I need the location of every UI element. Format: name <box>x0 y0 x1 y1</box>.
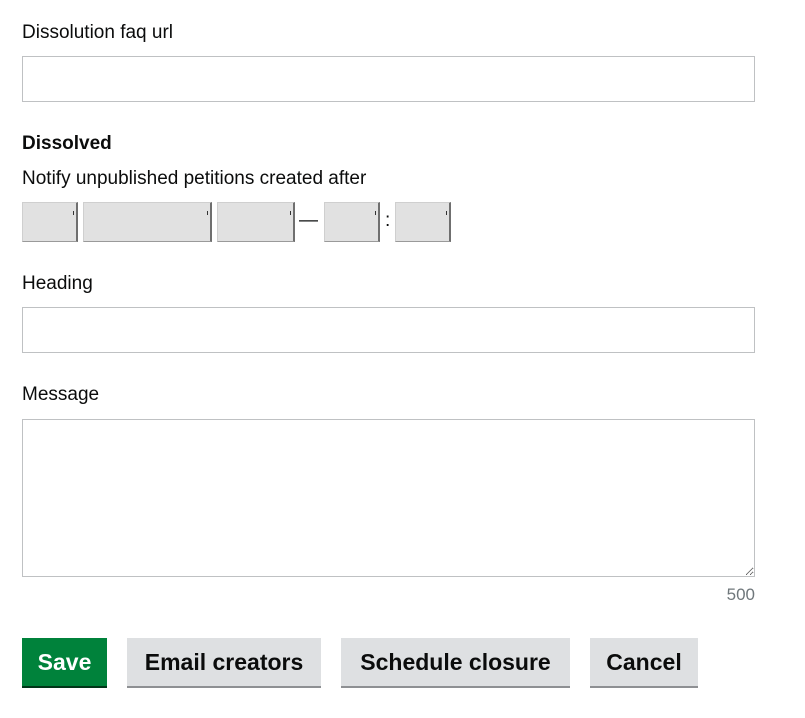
message-textarea[interactable] <box>22 419 755 577</box>
hour-select-arrow-icon <box>375 211 376 215</box>
faq-url-input[interactable] <box>22 56 755 102</box>
faq-url-label: Dissolution faq url <box>22 22 174 43</box>
minute-select[interactable] <box>395 202 451 242</box>
minute-select-arrow-icon <box>446 211 447 215</box>
dissolved-heading: Dissolved <box>22 133 112 154</box>
heading-label: Heading <box>22 273 93 294</box>
heading-input[interactable] <box>22 307 755 353</box>
time-separator: : <box>385 210 391 231</box>
message-label: Message <box>22 384 100 405</box>
date-time-separator: — <box>299 210 318 231</box>
month-select[interactable] <box>83 202 212 242</box>
hour-select[interactable] <box>324 202 380 242</box>
notify-petitions-label: Notify unpublished petitions created aft… <box>22 168 367 189</box>
year-select[interactable] <box>217 202 295 242</box>
year-select-arrow-icon <box>290 211 291 215</box>
day-select-arrow-icon <box>73 211 74 215</box>
cancel-button[interactable]: Cancel <box>590 638 698 688</box>
email-creators-button[interactable]: Email creators <box>127 638 321 688</box>
message-char-counter: 500 <box>726 585 755 604</box>
month-select-arrow-icon <box>207 211 208 215</box>
save-button[interactable]: Save <box>22 638 107 688</box>
schedule-closure-button[interactable]: Schedule closure <box>341 638 570 688</box>
day-select[interactable] <box>22 202 78 242</box>
